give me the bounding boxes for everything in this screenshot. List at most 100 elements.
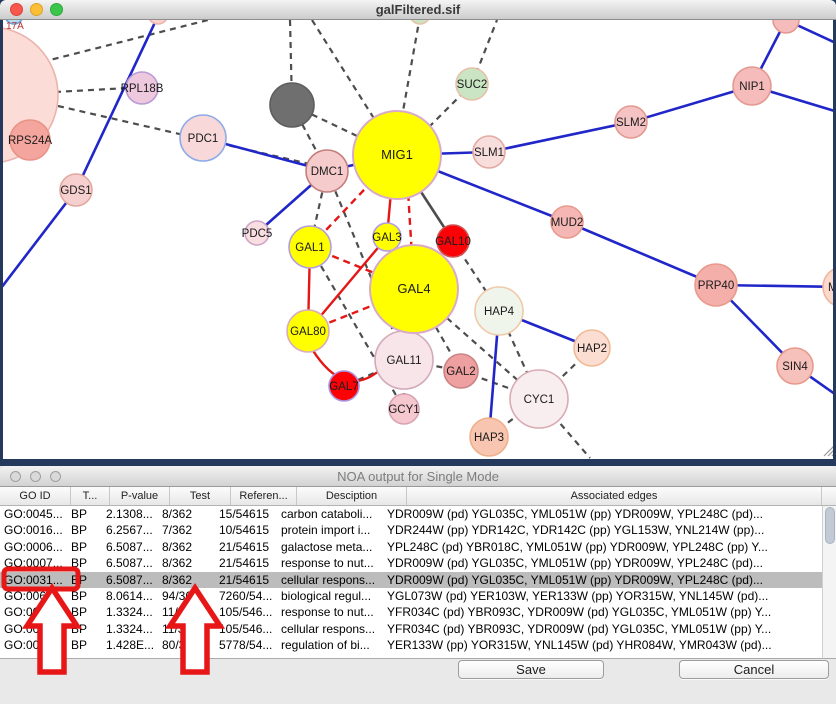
node-label: GCY1 [388,404,419,416]
node-label: GAL2 [446,366,475,378]
node-label: GAL10 [435,236,471,248]
node-cut-top-right[interactable] [773,20,799,33]
cell: YER133W (pp) YOR315W, YNL145W (pd) YHR08… [383,637,794,653]
cell: 6.2567... [102,522,158,538]
cell: 2.1308... [102,506,158,522]
cell: 1.3324... [102,621,158,637]
network-window-titlebar[interactable]: galFiltered.sif [0,0,836,20]
cell: 8.0614... [102,588,158,604]
node-label: GAL3 [372,232,401,244]
cell: biological regul... [277,588,383,604]
node-label: MUD2 [551,217,584,229]
cell: 6.5087... [102,555,158,571]
cell: YDR009W (pd) YGL035C, YML051W (pp) YDR00… [383,506,794,522]
network-canvas[interactable]: RPL18BRPS24AGDS1PDC1DMC1SUC2SLM1SLM2NIP1… [3,20,833,459]
cell: GO:0031... [0,621,67,637]
cell: cellular respons... [277,621,383,637]
node-label: PDC1 [188,133,219,145]
node-label: PDC5 [242,228,273,240]
cell: protein import i... [277,522,383,538]
column-header-referen-[interactable]: Referen... [231,487,297,505]
node-label: HAP2 [577,343,607,355]
cell: GO:0050... [0,637,67,653]
cell: 8/362 [158,572,215,588]
cell: 7260/54... [215,588,277,604]
cell: 105/546... [215,604,277,620]
cell: GO:0045... [0,506,67,522]
table-row[interactable]: GO:0031...BP1.3324...11/362105/546...cel… [0,621,822,637]
edge [567,222,716,285]
node-label: NIP1 [739,81,765,93]
cell: 11/362 [158,604,215,620]
table-row[interactable]: GO:0006...BP6.5087...8/36221/54615galact… [0,539,822,555]
cell: 10/54615 [215,522,277,538]
cell: response to nut... [277,555,383,571]
cell: GO:0016... [0,522,67,538]
column-header-go-id[interactable]: GO ID [0,487,71,505]
cell: BP [67,572,102,588]
cell: YDR009W (pd) YGL035C, YML051W (pp) YDR00… [383,555,794,571]
table-row[interactable]: GO:0045...BP2.1308...8/36215/54615carbon… [0,506,822,522]
node-label: RPS24A [8,135,52,147]
save-button[interactable]: Save [458,660,604,679]
cell: cellular respons... [277,572,383,588]
cell: YGL073W (pd) YER103W, YER133W (pp) YOR31… [383,588,794,604]
cell: GO:0007... [0,555,67,571]
table-row[interactable]: GO:0065...BP8.0614...94/3627260/54...bio… [0,588,822,604]
node-label: DMC1 [311,166,344,178]
node-label: GAL7 [329,381,358,393]
table-row[interactable]: GO:0031...BP6.5087...8/36221/54615cellul… [0,572,822,588]
window-title: NOA output for Single Mode [0,469,836,484]
cell: 15/54615 [215,506,277,522]
edge [489,122,631,152]
node-label: SUC2 [457,79,488,91]
table-row[interactable]: GO:0007...BP6.5087...8/36221/54615respon… [0,555,822,571]
node-cut-top-green[interactable] [410,20,430,24]
cell: response to nut... [277,604,383,620]
cell: YPL248C (pd) YBR018C, YML051W (pp) YDR00… [383,539,794,555]
desktop: galFiltered.sif RPL18BRPS24AGDS1PDC1DMC1… [0,0,836,704]
cell: 6.5087... [102,572,158,588]
cell: 5778/54... [215,637,277,653]
noa-window-titlebar[interactable]: NOA output for Single Mode [0,466,836,487]
node-label: CYC1 [524,394,555,406]
cell: BP [67,588,102,604]
cell: YFR034C (pd) YBR093C, YDR009W (pd) YGL03… [383,621,794,637]
cell: BP [67,506,102,522]
vertical-scrollbar[interactable] [822,506,836,659]
cell: BP [67,555,102,571]
cell: 21/54615 [215,572,277,588]
column-header-p-value[interactable]: P-value [110,487,170,505]
node-cut-top-mid[interactable] [148,20,168,24]
resize-grip[interactable] [832,454,833,456]
cell: YFR034C (pd) YBR093C, YDR009W (pd) YGL03… [383,604,794,620]
node-label: GAL4 [397,281,430,296]
column-header-associated-edges[interactable]: Associated edges [407,487,822,505]
window-title: galFiltered.sif [0,2,836,17]
cell: BP [67,621,102,637]
table-header: GO IDT...P-valueTestReferen...Desciption… [0,487,836,506]
node-label: PRP40 [698,280,734,292]
cell: galactose meta... [277,539,383,555]
table-row[interactable]: GO:0016...BP6.2567...7/36210/54615protei… [0,522,822,538]
column-header-t-[interactable]: T... [71,487,110,505]
cell: 21/54615 [215,539,277,555]
column-header-test[interactable]: Test [170,487,231,505]
edge [42,20,208,62]
scrollbar-thumb[interactable] [825,507,835,544]
table-row[interactable]: GO:0050...BP1.428E...80/3625778/54...reg… [0,637,822,653]
cancel-button[interactable]: Cancel [679,660,829,679]
cell: GO:0031... [0,604,67,620]
column-header-desciption[interactable]: Desciption [297,487,407,505]
resize-grip[interactable] [824,446,833,456]
cell: BP [67,604,102,620]
cell: 6.5087... [102,539,158,555]
node-unnamed-gray[interactable] [270,83,314,127]
node-label: SLM1 [474,147,504,159]
node-label: SLM2 [616,117,646,129]
cell: YDR244W (pp) YDR142C, YDR142C (pp) YGL15… [383,522,794,538]
node-label: SIN4 [782,361,808,373]
table-row[interactable]: GO:0031...BP1.3324...11/362105/546...res… [0,604,822,620]
node-label: HAP4 [484,306,515,318]
noa-window: NOA output for Single Mode GO IDT...P-va… [0,466,836,704]
